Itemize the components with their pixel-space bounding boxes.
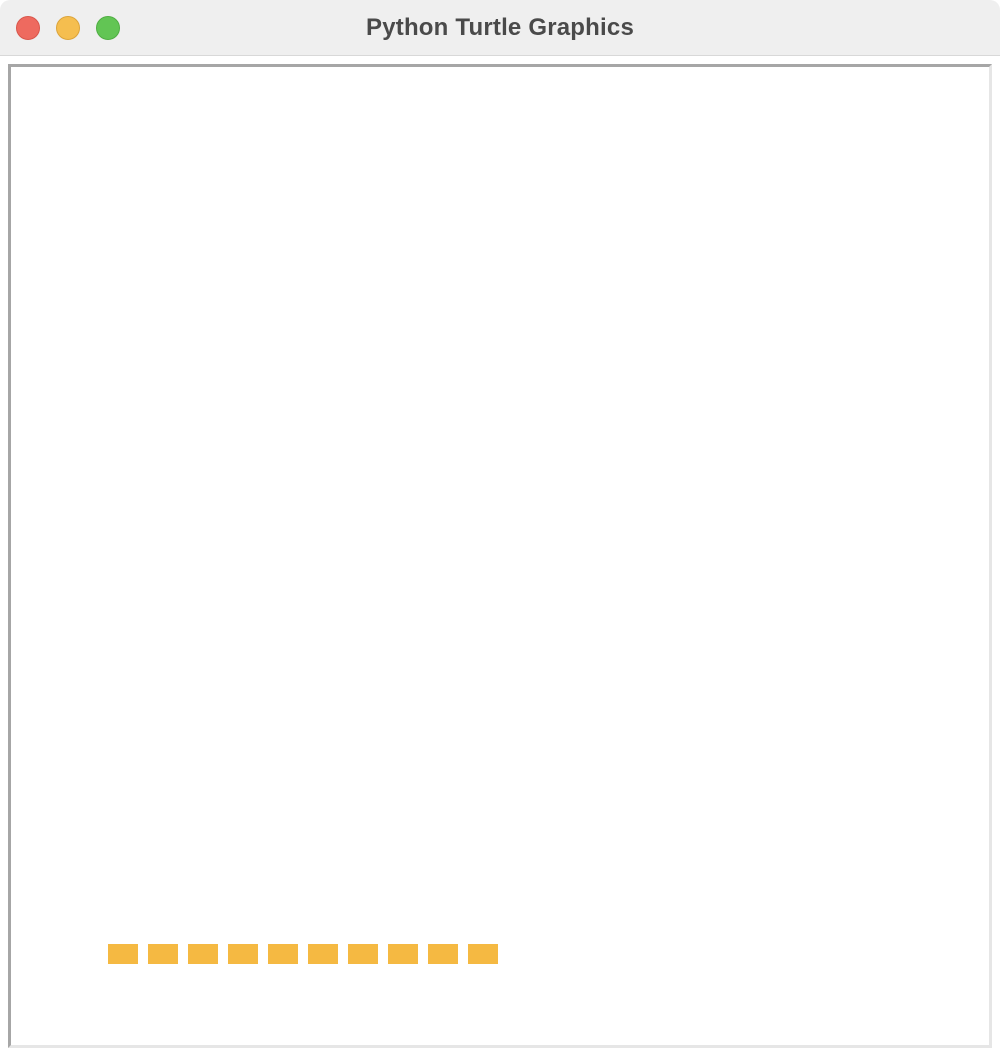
turtle-stamp-block bbox=[228, 944, 258, 964]
turtle-stamp-block bbox=[428, 944, 458, 964]
turtle-stamp-block bbox=[268, 944, 298, 964]
turtle-stamp-block bbox=[108, 944, 138, 964]
turtle-canvas[interactable] bbox=[11, 67, 989, 1045]
window-title: Python Turtle Graphics bbox=[366, 14, 634, 41]
turtle-stamp-block bbox=[468, 944, 498, 964]
turtle-stamp-block bbox=[308, 944, 338, 964]
turtle-window: Python Turtle Graphics bbox=[0, 0, 1000, 1056]
title-bar[interactable]: Python Turtle Graphics bbox=[0, 0, 1000, 56]
canvas-frame bbox=[8, 64, 992, 1048]
turtle-stamp-block bbox=[188, 944, 218, 964]
turtle-stamp-block bbox=[148, 944, 178, 964]
turtle-stamp-block bbox=[388, 944, 418, 964]
turtle-stamp-block bbox=[348, 944, 378, 964]
